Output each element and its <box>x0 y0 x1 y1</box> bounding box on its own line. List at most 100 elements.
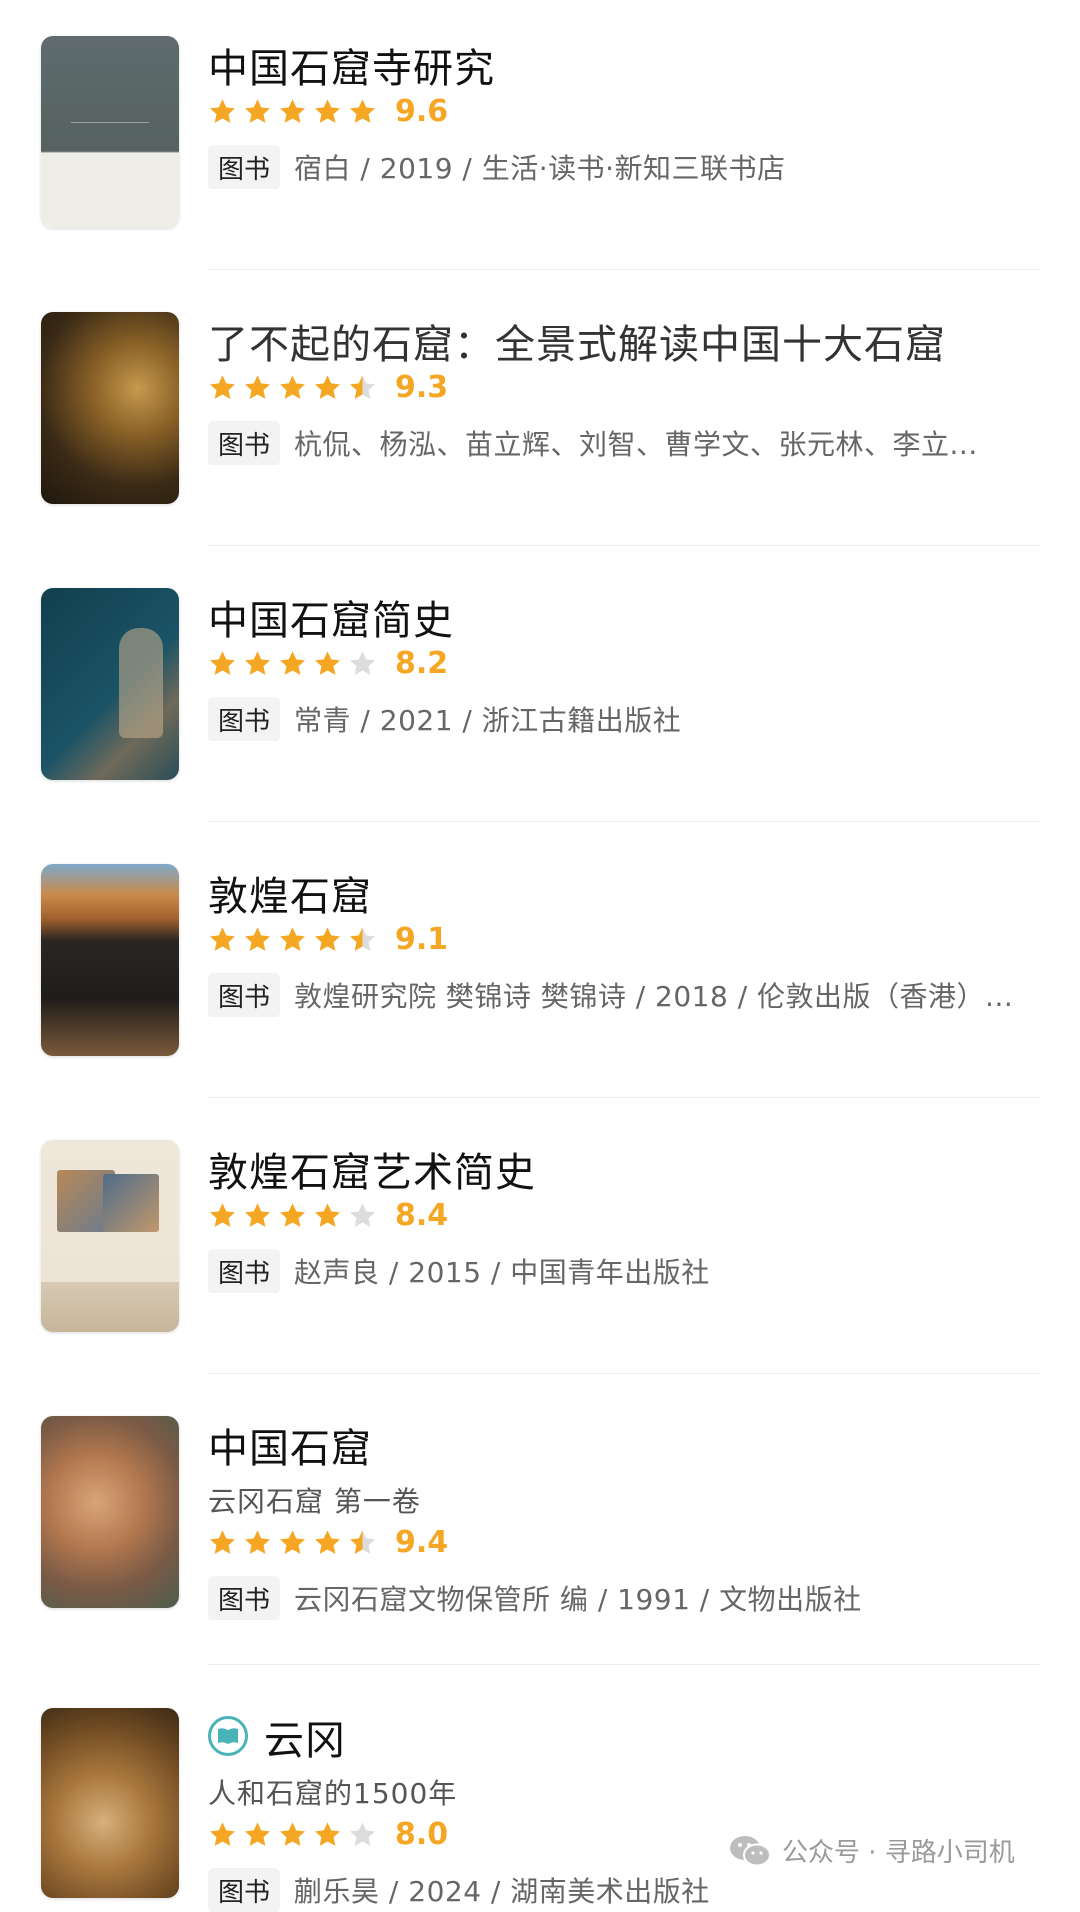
book-title[interactable]: 中国石窟寺研究 <box>208 36 495 94</box>
rating-score: 9.4 <box>395 1524 449 1560</box>
book-cover[interactable] <box>41 588 179 780</box>
category-tag: 图书 <box>208 145 281 189</box>
star-full-icon <box>315 1202 340 1227</box>
rating-score: 9.1 <box>395 921 449 957</box>
book-cover[interactable] <box>41 312 179 504</box>
book-meta: 图书 云冈石窟文物保管所 编 / 1991 / 文物出版社 <box>208 1576 1048 1620</box>
list-item[interactable]: 中国石窟 云冈石窟 第一卷 9.4 图书 云冈石窟文物保管所 编 / 1991 … <box>0 1380 1080 1670</box>
divider <box>208 821 1040 822</box>
star-half-icon <box>350 1529 375 1554</box>
star-full-icon <box>315 1821 340 1846</box>
star-rating <box>208 649 377 678</box>
star-full-icon <box>280 650 305 675</box>
book-meta: 图书 蒯乐昊 / 2024 / 湖南美术出版社 <box>208 1868 1048 1912</box>
rating-score: 9.3 <box>395 369 449 405</box>
star-full-icon <box>315 98 340 123</box>
rating-score: 9.6 <box>395 93 449 129</box>
star-empty-icon <box>350 1202 375 1227</box>
rating-score: 8.4 <box>395 1197 449 1233</box>
star-full-icon <box>280 98 305 123</box>
book-info: 赵声良 / 2015 / 中国青年出版社 <box>294 1256 710 1289</box>
watermark: 公众号 · 寻路小司机 <box>728 1832 1015 1869</box>
divider <box>208 269 1040 270</box>
star-rating <box>208 97 377 126</box>
book-meta: 图书 赵声良 / 2015 / 中国青年出版社 <box>208 1249 1048 1293</box>
book-read-icon <box>208 1716 248 1756</box>
star-rating <box>208 1528 377 1557</box>
category-tag: 图书 <box>208 1868 281 1912</box>
star-full-icon <box>280 1529 305 1554</box>
list-item[interactable]: 中国石窟简史 8.2 图书 常青 / 2021 / 浙江古籍出版社 <box>0 552 1080 828</box>
wechat-icon <box>730 1835 771 1866</box>
star-full-icon <box>245 650 270 675</box>
star-full-icon <box>210 926 235 951</box>
star-full-icon <box>280 374 305 399</box>
rating: 8.0 <box>208 1816 448 1852</box>
star-full-icon <box>280 1202 305 1227</box>
divider <box>208 545 1040 546</box>
book-title[interactable]: 敦煌石窟艺术简史 <box>208 1140 536 1198</box>
book-title[interactable]: 中国石窟简史 <box>208 588 454 646</box>
book-cover[interactable] <box>41 1140 179 1332</box>
category-tag: 图书 <box>208 697 281 741</box>
book-meta: 图书 宿白 / 2019 / 生活·读书·新知三联书店 <box>208 145 1048 189</box>
star-full-icon <box>315 926 340 951</box>
star-full-icon <box>245 374 270 399</box>
book-info: 宿白 / 2019 / 生活·读书·新知三联书店 <box>294 152 786 185</box>
star-full-icon <box>315 374 340 399</box>
star-full-icon <box>315 1529 340 1554</box>
category-tag: 图书 <box>208 1249 281 1293</box>
rating-score: 8.0 <box>395 1816 449 1852</box>
star-empty-icon <box>350 650 375 675</box>
book-cover[interactable] <box>41 1416 179 1608</box>
star-full-icon <box>210 374 235 399</box>
star-rating <box>208 1820 377 1849</box>
book-title[interactable]: 中国石窟 <box>208 1416 372 1474</box>
rating: 9.3 <box>208 369 448 405</box>
star-full-icon <box>350 98 375 123</box>
book-info: 蒯乐昊 / 2024 / 湖南美术出版社 <box>294 1875 710 1908</box>
rating: 8.2 <box>208 645 448 681</box>
book-info: 云冈石窟文物保管所 编 / 1991 / 文物出版社 <box>294 1583 862 1616</box>
book-cover[interactable] <box>41 36 179 228</box>
watermark-text: 公众号 · 寻路小司机 <box>782 1838 1015 1868</box>
rating: 9.6 <box>208 93 448 129</box>
star-empty-icon <box>350 1821 375 1846</box>
star-full-icon <box>210 650 235 675</box>
book-cover[interactable] <box>41 1708 179 1898</box>
star-full-icon <box>210 1202 235 1227</box>
book-title[interactable]: 敦煌石窟 <box>208 864 372 922</box>
star-full-icon <box>210 1529 235 1554</box>
star-full-icon <box>210 98 235 123</box>
star-half-icon <box>350 374 375 399</box>
category-tag: 图书 <box>208 973 281 1017</box>
book-title[interactable]: 了不起的石窟：全景式解读中国十大石窟 <box>208 312 946 370</box>
star-full-icon <box>245 926 270 951</box>
book-meta: 图书 敦煌研究院 樊锦诗 樊锦诗 / 2018 / 伦敦出版（香港）... <box>208 973 1048 1017</box>
rating-score: 8.2 <box>395 645 449 681</box>
divider <box>208 1097 1040 1098</box>
category-tag: 图书 <box>208 421 281 465</box>
rating: 9.4 <box>208 1524 448 1560</box>
star-full-icon <box>245 98 270 123</box>
category-tag: 图书 <box>208 1576 281 1620</box>
star-rating <box>208 1201 377 1230</box>
divider <box>208 1373 1040 1374</box>
book-cover[interactable] <box>41 864 179 1056</box>
book-info: 敦煌研究院 樊锦诗 樊锦诗 / 2018 / 伦敦出版（香港）... <box>294 980 1014 1013</box>
list-item[interactable]: 敦煌石窟艺术简史 8.4 图书 赵声良 / 2015 / 中国青年出版社 <box>0 1104 1080 1380</box>
star-full-icon <box>315 650 340 675</box>
star-rating <box>208 925 377 954</box>
rating: 8.4 <box>208 1197 448 1233</box>
star-half-icon <box>350 926 375 951</box>
book-title[interactable]: 云冈 <box>264 1708 346 1766</box>
list-item[interactable]: 敦煌石窟 9.1 图书 敦煌研究院 樊锦诗 樊锦诗 / 2018 / 伦敦出版（… <box>0 828 1080 1104</box>
book-info: 杭侃、杨泓、苗立辉、刘智、曹学文、张元林、李立... <box>294 428 978 461</box>
star-full-icon <box>245 1202 270 1227</box>
book-info: 常青 / 2021 / 浙江古籍出版社 <box>294 704 682 737</box>
list-item[interactable]: 中国石窟寺研究 9.6 图书 宿白 / 2019 / 生活·读书·新知三联书店 <box>0 0 1080 276</box>
star-full-icon <box>280 1821 305 1846</box>
list-item[interactable]: 了不起的石窟：全景式解读中国十大石窟 9.3 图书 杭侃、杨泓、苗立辉、刘智、曹… <box>0 276 1080 552</box>
star-full-icon <box>245 1529 270 1554</box>
book-subtitle: 云冈石窟 第一卷 <box>208 1485 421 1518</box>
